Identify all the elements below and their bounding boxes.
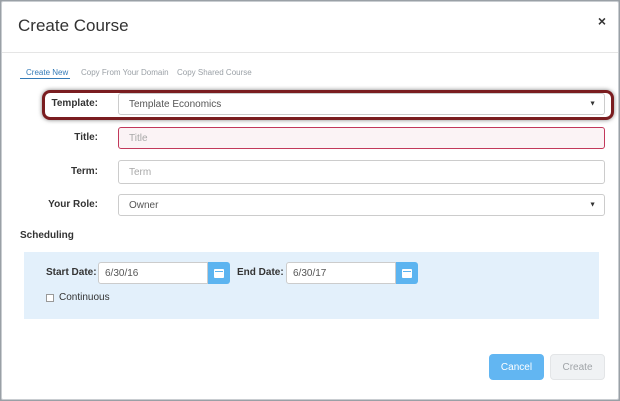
start-date-calendar-button[interactable] (208, 262, 230, 284)
tab-create-new[interactable]: Create New (26, 68, 68, 77)
calendar-icon (214, 268, 224, 278)
create-course-dialog: Create Course × Create New Copy From You… (1, 1, 619, 400)
end-date-calendar-button[interactable] (396, 262, 418, 284)
create-button[interactable]: Create (550, 354, 605, 380)
term-label: Term: (70, 166, 98, 177)
continuous-checkbox[interactable] (46, 294, 54, 302)
scheduling-title: Scheduling (20, 230, 74, 241)
close-icon[interactable]: × (598, 13, 606, 29)
tab-copy-shared-course[interactable]: Copy Shared Course (177, 68, 252, 77)
dialog-header: Create Course × (2, 2, 618, 53)
start-date-label: Start Date: (46, 267, 97, 278)
start-date-input[interactable]: 6/30/16 (98, 262, 208, 284)
title-input[interactable]: Title (118, 127, 605, 149)
cancel-button[interactable]: Cancel (489, 354, 544, 380)
role-select[interactable]: Owner ▼ (118, 194, 605, 216)
term-input[interactable]: Term (118, 160, 605, 184)
template-highlight-annotation (42, 90, 614, 120)
caret-down-icon: ▼ (589, 201, 596, 209)
role-label: Your Role: (48, 199, 98, 210)
calendar-icon (402, 268, 412, 278)
active-tab-underline (20, 78, 70, 79)
dialog-title: Create Course (18, 16, 129, 35)
title-label: Title: (74, 132, 98, 143)
role-select-value: Owner (129, 199, 159, 211)
tab-copy-from-domain[interactable]: Copy From Your Domain (81, 68, 169, 77)
end-date-label: End Date: (237, 267, 284, 278)
continuous-label[interactable]: Continuous (59, 292, 110, 303)
end-date-input[interactable]: 6/30/17 (286, 262, 396, 284)
